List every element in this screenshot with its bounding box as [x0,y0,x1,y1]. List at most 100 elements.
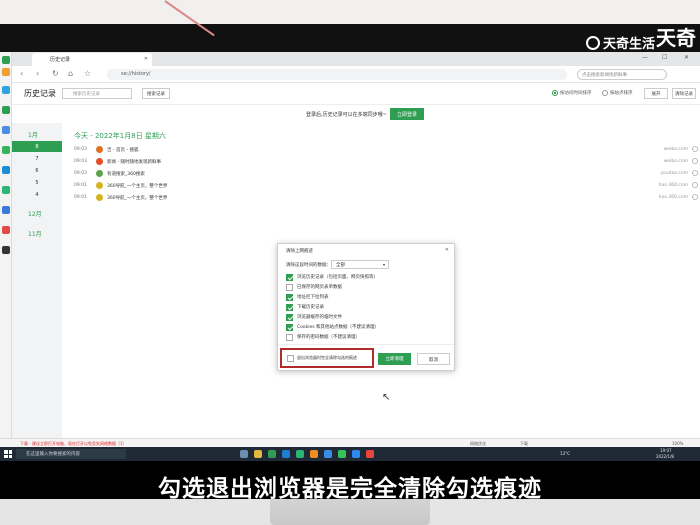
app-icon[interactable] [2,86,10,94]
history-search-input[interactable]: 搜索历史记录 [62,88,132,99]
taskbar-app-icon[interactable] [324,450,332,458]
cancel-button[interactable]: 取消 [417,353,450,365]
clock-date[interactable]: 2022/1/8 [656,454,674,459]
app-icon[interactable] [2,146,10,154]
windows-taskbar: 在这里输入你要搜索的内容 13°C 19:07 2022/1/8 [0,447,700,461]
app-icon[interactable] [2,186,10,194]
window-close-icon[interactable]: ✕ [684,54,689,61]
option-address-bar[interactable]: 地址栏下拉列表 [286,293,329,301]
clear-now-button[interactable]: 立即清理 [378,353,411,365]
checkbox-checked-icon[interactable] [286,323,293,331]
history-search-button[interactable]: 搜索记录 [142,88,170,99]
history-row[interactable]: 09:01 360导航_一个主页，整个世界 hao.360.com [74,181,698,191]
page-name-link[interactable]: 360导航_一个主页，整个世界 [107,183,167,189]
maximize-icon[interactable]: ☐ [662,54,667,61]
minimize-icon[interactable]: — [642,54,648,61]
delete-row-icon[interactable] [692,170,698,176]
weather-text[interactable]: 13°C [560,451,570,456]
windows-start-icon[interactable] [4,450,12,458]
time-range-select[interactable]: 全部 ▾ [331,260,389,269]
option-cookies[interactable]: Cookies 和其他站点数据（不建议清理） [286,323,379,331]
url-input[interactable]: se://history/ [107,69,567,80]
back-icon[interactable]: ‹ [20,69,23,78]
taskbar-app-icon[interactable] [240,450,248,458]
date-timeline: 1月 8 7 6 5 4 12月 11月 [12,123,62,438]
app-icon[interactable] [2,206,10,214]
page-name-link[interactable]: 360导航_一个主页，整个世界 [107,195,167,201]
taskbar-app-icon[interactable] [282,450,290,458]
checkbox-checked-icon[interactable] [286,303,293,311]
expand-button[interactable]: 展开 [644,88,668,99]
monitor-screen: 历史记录 ✕ — ☐ ✕ ‹ › ↻ ⌂ ☆ se://history/ 点击搜… [0,52,700,461]
sort-by-time-radio[interactable]: 按访问时间排序 [552,90,592,96]
clear-history-button[interactable]: 清除记录 [672,88,696,99]
day-item[interactable]: 4 [12,189,62,200]
history-row[interactable]: 09:01 360导航_一个主页，整个世界 hao.360.com [74,193,698,203]
checkbox-checked-icon[interactable] [286,293,293,301]
sync-message: 登录后,历史记录可以在多端同步哦~ [306,112,387,118]
page-name-link[interactable]: 新闻 - 随时随地发现新鲜事 [107,159,161,165]
page-name-link[interactable]: 吉 - 首页 - 搜狐 [107,147,138,153]
app-icon[interactable] [2,166,10,174]
refresh-icon[interactable]: ↻ [52,69,59,78]
browser-search-input[interactable]: 点击搜索新闻找新鲜事 [577,69,667,80]
option-form-data[interactable]: 已保存的网页表单数据 [286,283,342,291]
taskbar-app-icon[interactable] [338,450,346,458]
taskbar-app-icon[interactable] [366,450,374,458]
day-item[interactable]: 6 [12,165,62,176]
chevron-down-icon: ▾ [382,262,385,267]
taskbar-app-icon[interactable] [254,450,262,458]
delete-row-icon[interactable] [692,146,698,152]
delete-row-icon[interactable] [692,158,698,164]
option-download-history[interactable]: 下载历史记录 [286,303,324,311]
close-icon[interactable]: ✕ [144,56,148,62]
dialog-close-icon[interactable]: ✕ [445,247,449,253]
taskbar-app-icon[interactable] [296,450,304,458]
checkbox-icon[interactable] [286,333,293,341]
checkbox-icon[interactable] [286,283,293,291]
history-row[interactable]: 09:03 有道搜索_360搜索 youdao.com [74,169,698,179]
taskbar-app-icon[interactable] [352,450,360,458]
checkbox-checked-icon[interactable] [286,273,293,281]
day-item[interactable]: 7 [12,153,62,164]
sort-by-site-radio[interactable]: 按站点排序 [602,90,633,96]
taskbar-app-icon[interactable] [310,450,318,458]
zoom-level[interactable]: 100% [672,441,683,446]
app-icon[interactable] [2,126,10,134]
checkbox-icon[interactable] [287,354,294,362]
tab-history[interactable]: 历史记录 ✕ [32,53,152,66]
tab-title: 历史记录 [50,57,71,63]
login-button[interactable]: 立即登录 [390,108,424,120]
delete-row-icon[interactable] [692,194,698,200]
taskbar-app-icon[interactable] [268,450,276,458]
clock-time[interactable]: 19:07 [660,448,672,453]
taskbar-search-input[interactable]: 在这里输入你要搜索的内容 [16,449,126,459]
clear-traces-dialog: 清除上网痕迹 ✕ 清除这段时间的数据： 全部 ▾ 浏览历史记录（包括页面、网页快… [277,243,455,371]
day-item[interactable]: 5 [12,177,62,188]
app-icon[interactable] [2,106,10,114]
home-icon[interactable]: ⌂ [68,69,73,78]
star-icon[interactable]: ☆ [84,69,91,78]
option-passwords[interactable]: 保存的密码数据（不建议清理） [286,333,360,341]
option-label: 已保存的网页表单数据 [297,285,342,290]
page-name-link[interactable]: 有道搜索_360搜索 [107,171,145,177]
month-dec[interactable]: 12月 [28,209,42,218]
forward-icon[interactable]: › [36,69,39,78]
checkbox-checked-icon[interactable] [286,313,293,321]
background-wall [0,0,700,24]
history-row[interactable]: 09:03 新闻 - 随时随地发现新鲜事 weibo.com [74,157,698,167]
history-row[interactable]: 09:03 吉 - 首页 - 搜狐 weibo.com [74,145,698,155]
month-nov[interactable]: 11月 [28,229,42,238]
month-jan[interactable]: 1月 [28,130,38,139]
app-icon[interactable] [2,56,10,64]
day-item[interactable]: 8 [12,141,62,152]
option-browsing-history[interactable]: 浏览历史记录（包括页面、网页快照等） [286,273,378,281]
app-icon[interactable] [2,68,10,76]
app-icon[interactable] [2,246,10,254]
clear-on-exit-label: 退出浏览器时完全清除勾选的痕迹 [297,355,357,360]
app-icon[interactable] [2,226,10,234]
clear-on-exit-option[interactable]: 退出浏览器时完全清除勾选的痕迹 [280,348,374,368]
delete-row-icon[interactable] [692,182,698,188]
option-cache[interactable]: 浏览器缓存的临时文件 [286,313,342,321]
dialog-divider [278,344,454,345]
